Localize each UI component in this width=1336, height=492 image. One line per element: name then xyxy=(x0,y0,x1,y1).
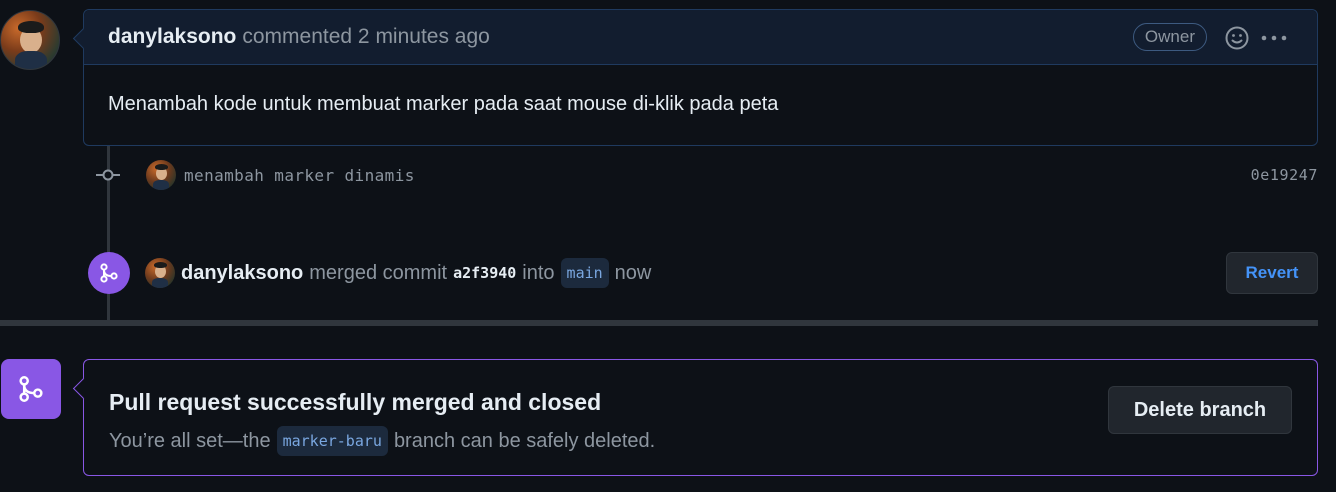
more-options-icon[interactable] xyxy=(1259,25,1289,51)
commit-icon xyxy=(94,165,122,185)
merge-event: danylaksono merged commit a2f3940 into m… xyxy=(88,252,1318,294)
merged-subtitle: You’re all set—the marker-baru branch ca… xyxy=(109,426,655,456)
merged-title: Pull request successfully merged and clo… xyxy=(109,389,602,415)
merge-description: danylaksono merged commit a2f3940 into m… xyxy=(181,258,651,288)
commit-message-link[interactable]: menambah marker dinamis xyxy=(184,166,415,185)
comment-timestamp[interactable]: commented 2 minutes ago xyxy=(242,25,489,49)
merge-commit-sha-link[interactable]: a2f3940 xyxy=(453,264,516,282)
comment-body: Menambah kode untuk membuat marker pada … xyxy=(108,93,779,115)
commit-author-avatar[interactable] xyxy=(146,160,176,190)
merged-state-icon xyxy=(1,359,61,419)
revert-button[interactable]: Revert xyxy=(1226,252,1318,294)
comment-header: danylaksono commented 2 minutes ago Owne… xyxy=(84,10,1317,65)
merged-sub-before: You’re all set—the xyxy=(109,429,271,452)
git-merge-icon xyxy=(88,252,130,294)
delete-branch-button[interactable]: Delete branch xyxy=(1108,386,1292,434)
merge-time-link[interactable]: now xyxy=(615,262,652,285)
target-branch-chip[interactable]: main xyxy=(560,258,609,288)
comment-box: danylaksono commented 2 minutes ago Owne… xyxy=(83,9,1318,146)
timeline-divider xyxy=(0,320,1318,326)
commit-item: menambah marker dinamis 0e19247 xyxy=(94,158,1318,192)
merge-action-text: merged commit xyxy=(309,261,448,284)
comment-author-avatar[interactable] xyxy=(0,10,60,70)
merged-status-box: Pull request successfully merged and clo… xyxy=(83,359,1318,476)
comment-author-link[interactable]: danylaksono xyxy=(108,25,236,49)
merge-author-avatar[interactable] xyxy=(145,258,175,288)
owner-badge: Owner xyxy=(1132,23,1207,51)
commit-sha-link[interactable]: 0e19247 xyxy=(1251,166,1318,184)
add-reaction-icon[interactable] xyxy=(1224,25,1250,51)
merged-sub-after: branch can be safely deleted. xyxy=(393,429,656,452)
merge-into-text: into xyxy=(522,261,555,284)
source-branch-chip[interactable]: marker-baru xyxy=(276,426,388,456)
merge-author-link[interactable]: danylaksono xyxy=(181,262,303,285)
